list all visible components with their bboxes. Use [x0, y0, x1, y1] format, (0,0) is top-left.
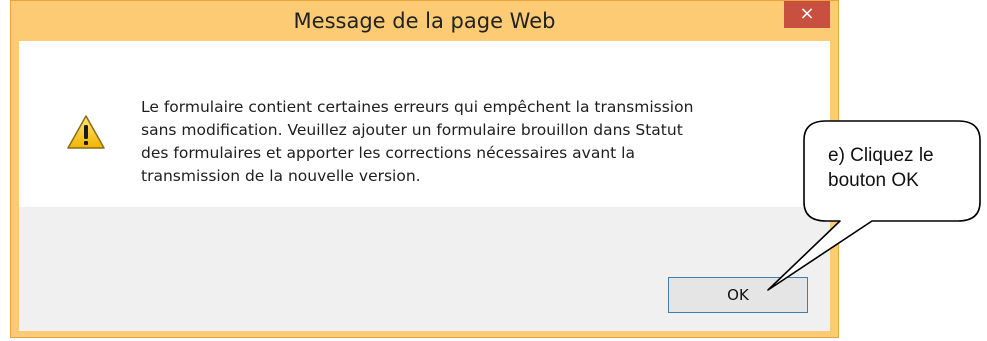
message-dialog: Message de la page Web × Le formulaire c…	[10, 0, 839, 338]
dialog-button-bar: OK	[19, 207, 830, 331]
dialog-content: Le formulaire contient certaines erreurs…	[19, 41, 830, 331]
message-line: transmission de la nouvelle version.	[141, 167, 421, 185]
dialog-titlebar[interactable]: Message de la page Web ×	[11, 1, 838, 41]
message-line: sans modification. Veuillez ajouter un f…	[141, 121, 683, 139]
warning-triangle-icon	[67, 115, 105, 149]
message-line: Le formulaire contient certaines erreurs…	[141, 98, 694, 116]
close-icon: ×	[799, 3, 815, 24]
close-button[interactable]: ×	[784, 1, 830, 28]
ok-button[interactable]: OK	[668, 277, 808, 313]
callout-text: e) Cliquez le bouton OK	[828, 145, 934, 191]
message-line: des formulaires et apporter les correcti…	[141, 144, 635, 162]
dialog-title: Message de la page Web	[293, 9, 556, 33]
message-text: Le formulaire contient certaines erreurs…	[141, 96, 781, 188]
